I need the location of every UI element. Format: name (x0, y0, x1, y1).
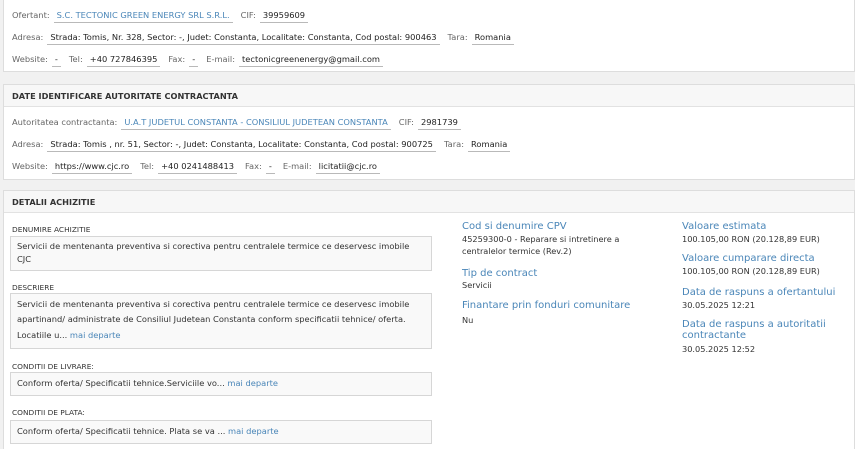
fonduri-value: Nu (462, 315, 474, 325)
autoritate-cif-label: CIF: (398, 117, 414, 127)
ofertant-cif: 39959609 (259, 7, 309, 23)
autoritate-row: Autoritatea contractanta: U.A.T JUDETUL … (12, 114, 469, 130)
autoritate-label: Autoritatea contractanta: (12, 117, 118, 127)
plata-field: Conform oferta/ Specificatii tehnice. Pl… (10, 420, 432, 444)
denumire-text: Servicii de mentenanta preventiva si cor… (17, 241, 410, 264)
ofertant-country: Romania (471, 29, 514, 45)
ofertant-tel: +40 727846395 (86, 51, 161, 67)
autoritate-title: DATE IDENTIFICARE AUTORITATE CONTRACTANT… (4, 85, 854, 107)
fonduri-label: Finantare prin fonduri comunitare (462, 300, 631, 311)
autoritate-website[interactable]: https://www.cjc.ro (51, 158, 133, 174)
livrare-more-link[interactable]: mai departe (227, 378, 278, 388)
ofertant-name[interactable]: S.C. TECTONIC GREEN ENERGY SRL S.R.L. (53, 7, 233, 23)
autoritate-address-label: Adresa: (12, 139, 44, 149)
livrare-label: CONDITII DE LIVRARE: (12, 362, 94, 371)
ofertant-tel-label: Tel: (68, 54, 83, 64)
cpv-value: 45259300-0 - Reparare si intretinere a c… (462, 234, 620, 256)
cpv-label: Cod si denumire CPV (462, 221, 567, 232)
ofertant-label: Ofertant: (12, 10, 50, 20)
ofertant-website: - (51, 51, 61, 67)
plata-text: Conform oferta/ Specificatii tehnice. Pl… (17, 426, 226, 436)
ofertant-email: tectonicgreenenergy@gmail.com (239, 51, 383, 67)
descriere-more-link[interactable]: mai departe (70, 330, 121, 340)
valoare-cumparare-label: Valoare cumparare directa (682, 253, 815, 264)
ofertant-panel: Ofertant: S.C. TECTONIC GREEN ENERGY SRL… (3, 0, 855, 72)
tip-contract-value: Servicii (462, 280, 492, 290)
ofertant-email-label: E-mail: (206, 54, 236, 64)
autoritate-tel-label: Tel: (140, 161, 155, 171)
valoare-cumparare-value: 100.105,00 RON (20.128,89 EUR) (682, 266, 820, 276)
plata-label: CONDITII DE PLATA: (12, 408, 85, 417)
raspuns-ofertant-value: 30.05.2025 12:21 (682, 300, 756, 310)
livrare-text: Conform oferta/ Specificatii tehnice.Ser… (17, 378, 225, 388)
raspuns-autoritate-label: Data de raspuns a autoritatii contractan… (682, 319, 826, 341)
autoritate-panel: DATE IDENTIFICARE AUTORITATE CONTRACTANT… (3, 84, 855, 180)
ofertant-address-row: Adresa: Strada: Tomis, Nr. 328, Sector: … (12, 29, 522, 45)
ofertant-fax: - (189, 51, 199, 67)
ofertant-website-label: Website: (12, 54, 48, 64)
autoritate-country-label: Tara: (443, 139, 465, 149)
raspuns-autoritate-value: 30.05.2025 12:52 (682, 344, 756, 354)
autoritate-email: licitatii@cjc.ro (315, 158, 381, 174)
detalii-panel: DETALII ACHIZITIE DENUMIRE ACHIZITIE Ser… (3, 190, 855, 449)
descriere-label: DESCRIERE (12, 283, 55, 292)
tip-contract-label: Tip de contract (462, 268, 538, 279)
autoritate-country: Romania (468, 136, 511, 152)
plata-more-link[interactable]: mai departe (228, 426, 279, 436)
ofertant-address-label: Adresa: (12, 32, 44, 42)
autoritate-contact-row: Website: https://www.cjc.ro Tel: +40 024… (12, 158, 388, 174)
raspuns-ofertant-label: Data de raspuns a ofertantului (682, 287, 836, 298)
valoare-estimata-label: Valoare estimata (682, 221, 767, 232)
autoritate-address-row: Adresa: Strada: Tomis , nr. 51, Sector: … (12, 136, 518, 152)
denumire-label: DENUMIRE ACHIZITIE (12, 225, 91, 234)
livrare-field: Conform oferta/ Specificatii tehnice.Ser… (10, 372, 432, 396)
autoritate-fax: - (265, 158, 275, 174)
autoritate-email-label: E-mail: (282, 161, 312, 171)
autoritate-name[interactable]: U.A.T JUDETUL CONSTANTA - CONSILIUL JUDE… (121, 114, 391, 130)
autoritate-fax-label: Fax: (245, 161, 262, 171)
valoare-estimata-value: 100.105,00 RON (20.128,89 EUR) (682, 234, 820, 244)
ofertant-row: Ofertant: S.C. TECTONIC GREEN ENERGY SRL… (12, 7, 316, 23)
ofertant-address: Strada: Tomis, Nr. 328, Sector: -, Judet… (47, 29, 440, 45)
detalii-title: DETALII ACHIZITIE (4, 191, 854, 213)
ofertant-contact-row: Website: - Tel: +40 727846395 Fax: - E-m… (12, 51, 391, 67)
ofertant-country-label: Tara: (447, 32, 468, 42)
ofertant-fax-label: Fax: (168, 54, 186, 64)
denumire-field: Servicii de mentenanta preventiva si cor… (10, 236, 432, 271)
descriere-field: Servicii de mentenanta preventiva si cor… (10, 293, 432, 349)
autoritate-address: Strada: Tomis , nr. 51, Sector: -, Judet… (47, 136, 436, 152)
autoritate-website-label: Website: (12, 161, 48, 171)
autoritate-tel: +40 0241488413 (158, 158, 238, 174)
autoritate-cif: 2981739 (417, 114, 461, 130)
ofertant-cif-label: CIF: (240, 10, 256, 20)
